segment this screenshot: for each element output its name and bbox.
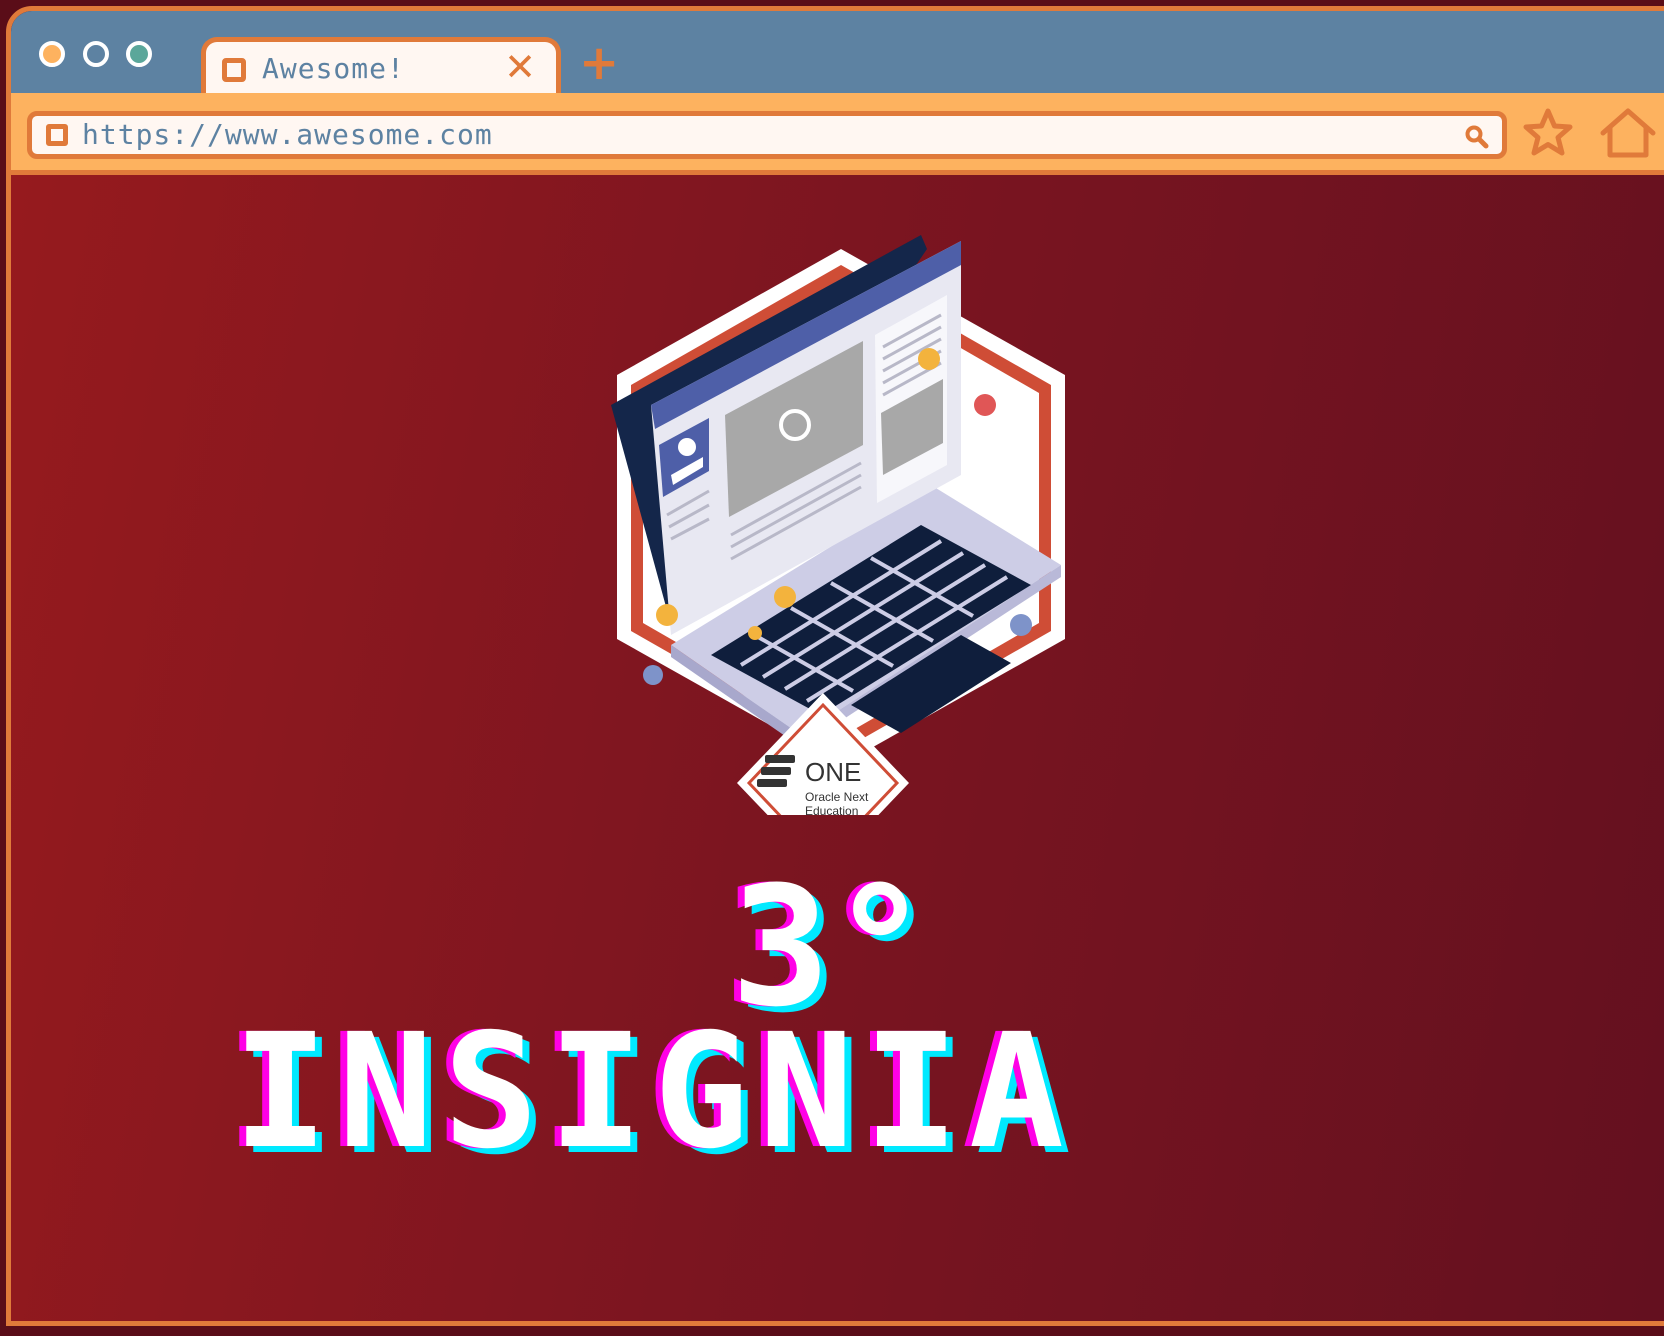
- tab-favicon-icon: [222, 58, 246, 82]
- browser-tab[interactable]: Awesome! ✕: [201, 37, 561, 99]
- home-icon[interactable]: [1599, 105, 1657, 161]
- search-icon[interactable]: [1464, 124, 1490, 150]
- title-bar: Awesome! ✕ +: [11, 11, 1664, 99]
- site-icon: [46, 124, 68, 146]
- one-brand-line1: Oracle Next: [805, 790, 869, 804]
- tab-title: Awesome!: [262, 52, 405, 85]
- toolbar: https://www.awesome.com: [11, 93, 1664, 175]
- browser-window: Awesome! ✕ + https://www.awesome.com ONE…: [6, 6, 1664, 1326]
- one-brand-line2: Education: [805, 804, 858, 815]
- window-close-dot[interactable]: [126, 41, 152, 67]
- close-tab-icon[interactable]: ✕: [504, 48, 536, 86]
- one-brand-text: ONE: [805, 757, 861, 787]
- headline-title: INSIGNIA: [233, 1000, 1074, 1184]
- url-text[interactable]: https://www.awesome.com: [82, 118, 493, 151]
- window-minimize-dot[interactable]: [39, 41, 65, 67]
- window-maximize-dot[interactable]: [83, 41, 109, 67]
- laptop-badge-illustration: ONE Oracle Next Education: [611, 235, 1065, 815]
- bookmark-star-icon[interactable]: [1521, 107, 1575, 159]
- new-tab-button[interactable]: +: [579, 39, 619, 87]
- address-bar[interactable]: https://www.awesome.com: [27, 111, 1507, 159]
- page-content: ONE Oracle Next Education 3° INSIGNIA: [11, 175, 1664, 1321]
